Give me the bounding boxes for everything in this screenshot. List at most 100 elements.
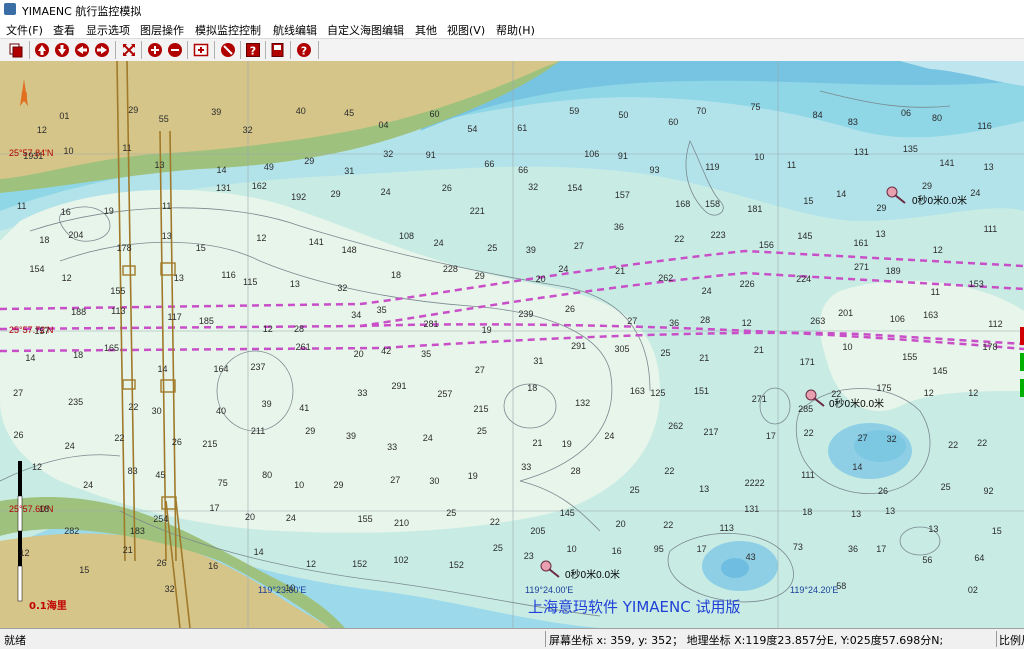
depth-sounding: 291: [571, 341, 587, 352]
depth-sounding: 210: [394, 517, 410, 528]
status-bar: 就绪 屏幕坐标 x: 359, y: 352； 地理坐标 X:119度23.85…: [0, 628, 1024, 649]
fit-all-icon[interactable]: [121, 42, 137, 58]
depth-sounding: 01: [59, 111, 70, 122]
depth-sounding: 106: [584, 149, 600, 160]
pan-right-icon[interactable]: [94, 42, 110, 58]
pan-down-icon[interactable]: [54, 42, 70, 58]
depth-sounding: 188: [71, 306, 87, 317]
depth-sounding: 116: [221, 269, 236, 280]
depth-sounding: 39: [211, 107, 222, 117]
help-icon[interactable]: ?: [296, 42, 312, 58]
depth-sounding: 291: [391, 381, 407, 392]
depth-sounding: 168: [675, 199, 691, 210]
depth-sounding: 22: [948, 440, 959, 451]
depth-sounding: 41: [299, 403, 310, 414]
depth-sounding: 13: [983, 162, 994, 173]
depth-sounding: 60: [429, 108, 440, 119]
depth-sounding: 11: [786, 160, 797, 171]
lon-label-3: 119°24.20'E: [790, 585, 839, 595]
zoom-in-icon[interactable]: [147, 42, 163, 58]
menu-layer-ops[interactable]: 图层操作: [140, 22, 184, 38]
chart-canvas: [0, 61, 1024, 628]
menu-sim-monitor[interactable]: 模拟监控控制: [195, 22, 261, 38]
depth-sounding: 27: [573, 241, 584, 252]
depth-sounding: 217: [703, 427, 719, 438]
depth-sounding: 06: [900, 108, 911, 119]
depth-sounding: 83: [127, 465, 138, 476]
depth-sounding: 14: [25, 353, 36, 364]
depth-sounding: 20: [353, 348, 364, 359]
menu-route-edit[interactable]: 航线编辑: [273, 22, 317, 38]
depth-sounding: 93: [649, 165, 660, 176]
depth-sounding: 25: [629, 485, 640, 496]
pan-left-icon[interactable]: [74, 42, 90, 58]
depth-sounding: 18: [527, 383, 538, 394]
depth-sounding: 56: [922, 555, 933, 566]
depth-sounding: 13: [885, 506, 896, 517]
status-coordinates: 屏幕坐标 x: 359, y: 352； 地理坐标 X:119度23.857分E…: [549, 634, 944, 647]
depth-sounding: 111: [983, 223, 998, 234]
depth-sounding: 165: [103, 343, 119, 354]
depth-sounding: 171: [799, 356, 815, 367]
depth-sounding: 54: [467, 123, 478, 134]
depth-sounding: 27: [13, 387, 24, 398]
tidal-current-icon[interactable]: [885, 185, 911, 207]
depth-sounding: 14: [253, 547, 264, 558]
depth-sounding: 36: [613, 221, 624, 232]
depth-sounding: 20: [244, 512, 255, 523]
menu-other[interactable]: 其他: [415, 22, 437, 38]
depth-sounding: 135: [902, 143, 918, 154]
svg-text:?: ?: [250, 45, 256, 58]
depth-sounding: 31: [344, 166, 355, 177]
depth-sounding: 154: [567, 182, 583, 193]
depth-sounding: 43: [745, 552, 756, 563]
depth-sounding: 156: [758, 240, 774, 251]
depth-sounding: 80: [931, 112, 942, 123]
zoom-window-icon[interactable]: [193, 42, 209, 58]
question-box-icon[interactable]: ?: [245, 42, 261, 58]
depth-sounding: 35: [421, 348, 432, 359]
menu-view[interactable]: 视图(V): [447, 22, 485, 38]
depth-sounding: 189: [885, 265, 901, 276]
book-icon[interactable]: [270, 42, 286, 58]
depth-sounding: 21: [122, 545, 133, 556]
depth-sounding: 29: [922, 181, 933, 192]
menu-display-options[interactable]: 显示选项: [86, 22, 130, 38]
depth-sounding: 32: [886, 433, 897, 444]
scale-bar: [17, 461, 23, 602]
menu-help[interactable]: 帮助(H): [496, 22, 535, 38]
depth-sounding: 154: [29, 264, 45, 275]
depth-sounding: 281: [423, 318, 439, 329]
depth-sounding: 112: [988, 319, 1003, 330]
depth-sounding: 141: [308, 237, 324, 248]
depth-sounding: 13: [154, 159, 165, 170]
depth-sounding: 12: [61, 273, 72, 284]
chart-view[interactable]: N 25°57.84'N 25°57.72'N 25°57.60'N 119°2…: [0, 61, 1024, 628]
depth-sounding: 02: [967, 585, 978, 596]
depth-sounding: 26: [171, 437, 182, 448]
menu-file[interactable]: 文件(F): [6, 22, 43, 38]
pan-up-icon[interactable]: [34, 42, 50, 58]
zoom-out-icon[interactable]: [167, 42, 183, 58]
depth-sounding: 33: [521, 462, 532, 473]
depth-sounding: 32: [242, 125, 253, 136]
layers-icon[interactable]: [8, 42, 24, 58]
north-label: N: [21, 91, 28, 101]
depth-sounding: 15: [79, 565, 90, 576]
depth-sounding: 116: [977, 121, 992, 132]
menu-custom-chart-edit[interactable]: 自定义海图编辑: [327, 22, 404, 38]
depth-sounding: 29: [333, 480, 344, 491]
side-tab-green-1: [1020, 353, 1024, 371]
depth-sounding: 162: [251, 181, 267, 192]
depth-sounding: 95: [653, 544, 664, 555]
menu-view-basic[interactable]: 查看: [53, 22, 75, 38]
depth-sounding: 12: [923, 388, 934, 399]
depth-sounding: 32: [164, 583, 175, 594]
depth-sounding: 15: [803, 196, 814, 207]
depth-sounding: 153: [968, 278, 984, 289]
tidal-current-icon[interactable]: [539, 559, 565, 581]
depth-sounding: 29: [474, 270, 485, 281]
depth-sounding: 22: [663, 519, 674, 530]
stop-icon[interactable]: [220, 42, 236, 58]
depth-sounding: 157: [34, 326, 50, 337]
